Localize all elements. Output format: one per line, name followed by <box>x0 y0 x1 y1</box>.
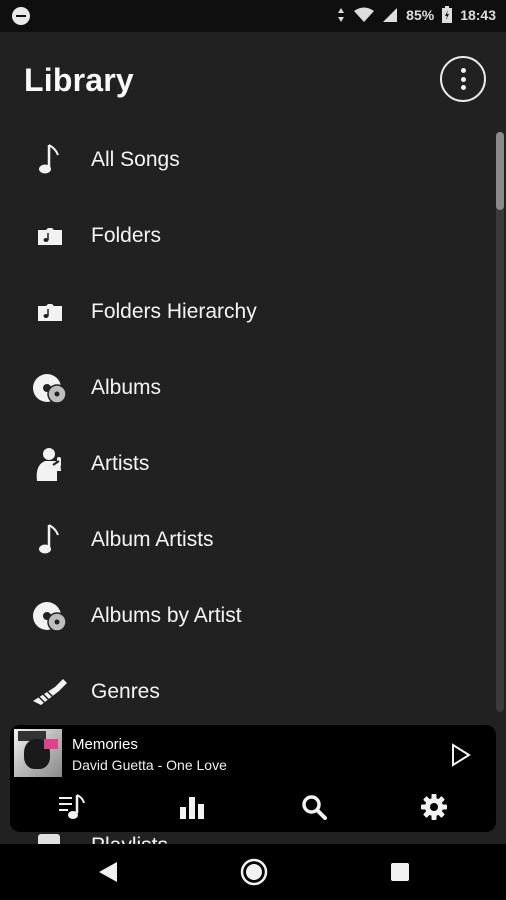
data-arrows-icon <box>338 7 345 22</box>
status-bar: 85% 18:43 <box>0 0 506 32</box>
list-item-label: Albums by Artist <box>91 604 242 627</box>
tab-equalizer[interactable] <box>176 791 208 823</box>
album-disc-icon <box>30 596 70 636</box>
bottom-tab-bar <box>10 787 496 827</box>
settings-icon <box>421 794 447 820</box>
album-disc-icon <box>30 368 70 408</box>
back-button[interactable] <box>94 858 122 886</box>
folder-music-icon <box>30 292 70 332</box>
list-item-label: All Songs <box>91 148 180 171</box>
list-item-label: Artists <box>91 452 150 475</box>
list-item-album-artists[interactable]: Album Artists <box>0 504 490 576</box>
play-icon <box>452 743 471 767</box>
recents-button[interactable] <box>386 858 414 886</box>
song-artist-album[interactable]: David Guetta - One Love <box>72 757 227 773</box>
app-header: Library <box>0 32 506 122</box>
scrollbar-thumb[interactable] <box>496 132 504 210</box>
status-indicators: 85% 18:43 <box>336 6 496 23</box>
more-vertical-icon <box>460 68 466 90</box>
folder-music-icon <box>30 216 70 256</box>
list-item-albums-by-artist[interactable]: Albums by Artist <box>0 580 490 652</box>
song-title[interactable]: Memories <box>72 736 138 753</box>
battery-percent: 85% <box>406 6 435 23</box>
list-item-folders[interactable]: Folders <box>0 200 490 272</box>
trumpet-icon <box>30 672 70 712</box>
music-note-icon <box>30 140 70 180</box>
list-item-label: Folders Hierarchy <box>91 300 257 323</box>
home-icon <box>240 858 268 886</box>
wifi-icon <box>354 7 375 22</box>
more-options-button[interactable] <box>440 56 486 102</box>
list-item-all-songs[interactable]: All Songs <box>0 124 490 196</box>
back-icon <box>99 862 117 882</box>
battery-icon <box>442 6 453 23</box>
list-item-artists[interactable]: Artists <box>0 428 490 500</box>
page-title: Library <box>24 62 134 98</box>
equalizer-icon <box>180 797 204 819</box>
list-item-label: Folders <box>91 224 162 247</box>
album-art[interactable] <box>14 729 62 777</box>
search-icon <box>302 795 327 820</box>
list-item-genres[interactable]: Genres <box>0 656 490 728</box>
recents-icon <box>391 863 409 881</box>
list-item-folders-hierarchy[interactable]: Folders Hierarchy <box>0 276 490 348</box>
singer-icon <box>30 444 70 484</box>
now-playing-panel: Memories David Guetta - One Love <box>10 725 496 832</box>
tab-settings[interactable] <box>418 791 450 823</box>
do-not-disturb-icon <box>12 7 30 25</box>
play-button[interactable] <box>446 741 474 769</box>
list-item-label: Album Artists <box>91 528 214 551</box>
list-item-label: Genres <box>91 680 160 703</box>
music-note-icon <box>30 520 70 560</box>
tab-search[interactable] <box>298 791 330 823</box>
system-nav-bar <box>0 844 506 900</box>
scrollbar[interactable] <box>496 132 504 712</box>
tab-queue[interactable] <box>56 791 88 823</box>
signal-icon <box>383 7 398 22</box>
list-item-label: Albums <box>91 376 162 399</box>
home-button[interactable] <box>240 858 268 886</box>
clock: 18:43 <box>460 6 496 23</box>
list-item-albums[interactable]: Albums <box>0 352 490 424</box>
queue-icon <box>59 794 85 819</box>
